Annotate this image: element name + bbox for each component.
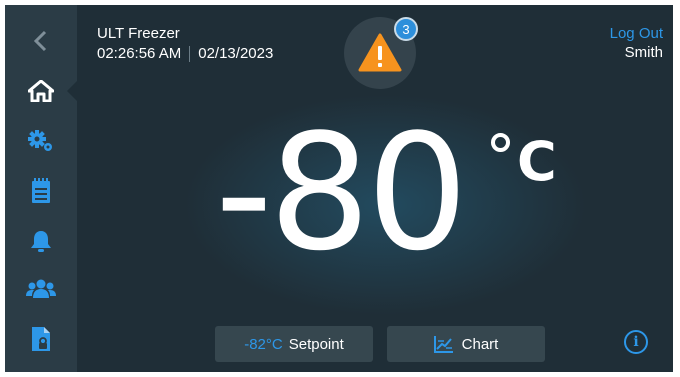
chart-label: Chart	[461, 335, 499, 353]
chart-icon	[433, 335, 454, 353]
datetime: 02:26:56 AM 02/13/2023	[97, 45, 273, 63]
nav-users[interactable]	[5, 267, 77, 311]
home-icon	[28, 80, 54, 102]
setpoint-value: -82°C	[244, 335, 283, 353]
setpoint-button[interactable]: -82°C Setpoint	[215, 326, 373, 362]
setpoint-label: Setpoint	[288, 335, 344, 353]
username: Smith	[624, 44, 663, 61]
nav-alarms[interactable]	[5, 219, 77, 263]
clipboard-icon	[32, 178, 50, 203]
back-button[interactable]	[5, 19, 77, 63]
nav-settings[interactable]	[5, 119, 77, 163]
degree-symbol	[491, 133, 510, 152]
current-date: 02/13/2023	[198, 45, 274, 62]
warning-triangle-icon	[358, 33, 402, 72]
nav-documents[interactable]	[5, 317, 77, 361]
bell-icon	[31, 231, 51, 252]
back-chevron-icon	[33, 30, 47, 52]
settings-gears-icon	[28, 130, 52, 151]
temperature-unit: C	[517, 130, 557, 193]
current-time: 02:26:56 AM	[97, 45, 182, 62]
alert-count-badge: 3	[394, 17, 418, 41]
sidebar	[5, 5, 77, 372]
device-name: ULT Freezer	[97, 25, 180, 42]
users-icon	[26, 279, 56, 298]
chart-button[interactable]: Chart	[387, 326, 545, 362]
info-button[interactable]: i	[624, 330, 648, 354]
nav-logs[interactable]	[5, 169, 77, 213]
secure-document-icon	[32, 327, 50, 351]
active-indicator	[67, 81, 77, 101]
info-icon: i	[633, 334, 639, 350]
temperature-reading: -80	[215, 99, 468, 286]
logout-link[interactable]: Log Out	[610, 25, 663, 42]
main-screen: ULT Freezer 02:26:56 AM 02/13/2023 3 Log…	[5, 5, 673, 372]
time-date-divider	[189, 46, 191, 62]
